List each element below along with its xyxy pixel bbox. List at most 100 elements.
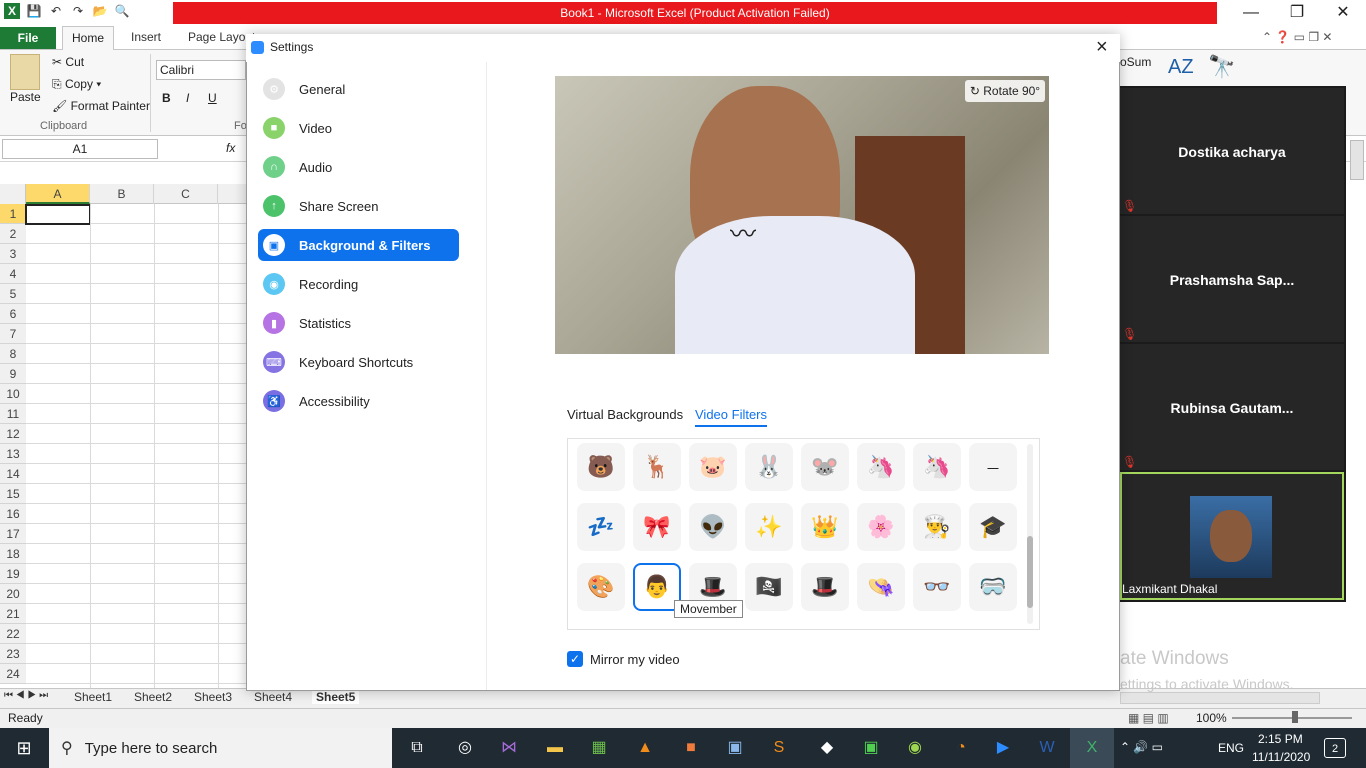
unity-icon[interactable]: ◆ [814,736,840,760]
filter-option[interactable]: 👽 [689,503,737,551]
file-explorer-icon[interactable]: ▬ [542,736,568,760]
word-icon[interactable]: W [1034,736,1060,760]
sidebar-item-general[interactable]: ⚙ General [258,73,459,105]
paste-icon[interactable] [10,54,40,90]
zoom-slider-thumb[interactable] [1292,711,1298,723]
sheet-tab-3[interactable]: Sheet3 [194,690,232,704]
row-header[interactable]: 5 [0,284,26,304]
row-header[interactable]: 9 [0,364,26,384]
row-header[interactable]: 16 [0,504,26,524]
sidebar-item-background-filters[interactable]: ▣ Background & Filters [258,229,459,261]
row-header[interactable]: 21 [0,604,26,624]
ribbon-help-icons[interactable]: ⌃ ❓ ▭ ❐ ✕ [1262,30,1332,44]
zoom-app-icon[interactable]: ▶ [990,736,1016,760]
filter-option[interactable]: 🎩 [801,563,849,611]
row-header[interactable]: 14 [0,464,26,484]
tab-home[interactable]: Home [62,26,114,50]
task-view-icon[interactable]: ⧉ [404,736,430,760]
active-cell-a1[interactable] [25,204,91,225]
participant-tile[interactable]: Rubinsa Gautam... 🎙 [1120,344,1344,470]
row-header[interactable]: 19 [0,564,26,584]
sort-filter-icon[interactable]: AZ [1168,56,1194,79]
restore-button[interactable]: ❐ [1274,0,1320,26]
sheet-tab-2[interactable]: Sheet2 [134,690,172,704]
rotate-button[interactable]: ↻ Rotate 90° [965,80,1045,102]
close-icon[interactable]: × [1096,36,1108,59]
row-header[interactable]: 20 [0,584,26,604]
blender-icon[interactable]: ◔ [948,736,974,760]
mirror-checkbox[interactable]: ✓ [567,651,583,667]
row-header[interactable]: 7 [0,324,26,344]
close-window-button[interactable]: ✕ [1320,0,1366,26]
filter-scrollbar-thumb[interactable] [1027,536,1033,608]
sidebar-item-keyboard-shortcuts[interactable]: ⌨ Keyboard Shortcuts [258,346,459,378]
tab-insert[interactable]: Insert [131,30,161,44]
sidebar-item-video[interactable]: ■ Video [258,112,459,144]
active-speaker-tile[interactable]: Laxmikant Dhakal [1120,472,1344,600]
clock-date[interactable]: 11/11/2020 [1252,750,1310,764]
sidebar-item-audio[interactable]: ∩ Audio [258,151,459,183]
filter-option[interactable]: 🐷 [689,443,737,491]
pycharm-icon[interactable]: ▣ [858,736,884,760]
start-windows-icon[interactable]: ⊞ [11,736,37,760]
row-header[interactable]: 24 [0,664,26,684]
open-icon[interactable]: 📂 [92,3,108,19]
participant-tile[interactable]: Prashamsha Sap... 🎙 [1120,216,1344,342]
filter-option[interactable]: 👓 [913,563,961,611]
zoom-level[interactable]: 100% [1196,711,1227,725]
language-indicator[interactable]: ENG [1218,741,1244,755]
tab-video-filters[interactable]: Video Filters [695,407,768,427]
filter-option[interactable]: ✨ [745,503,793,551]
sheet-tab-4[interactable]: Sheet4 [254,690,292,704]
filter-option[interactable]: 🎀 [633,503,681,551]
filter-option[interactable]: 🐻 [577,443,625,491]
column-header-a[interactable]: A [26,184,90,204]
row-header[interactable]: 4 [0,264,26,284]
participant-tile[interactable]: Dostika acharya 🎙 [1120,88,1344,214]
row-header[interactable]: 18 [0,544,26,564]
filter-option[interactable]: 🥽 [969,563,1017,611]
sheet-tab-1[interactable]: Sheet1 [74,690,112,704]
minimize-button[interactable]: — [1228,0,1274,26]
android-icon[interactable]: ◉ [902,736,928,760]
notifications-icon[interactable]: 2 [1324,738,1346,758]
filter-scrollbar[interactable] [1027,444,1033,624]
row-header[interactable]: 6 [0,304,26,324]
name-box[interactable]: A1 [2,139,158,159]
row-header[interactable]: 22 [0,624,26,644]
bold-button[interactable]: B [162,91,171,105]
row-header[interactable]: 1 [0,204,26,224]
column-header-b[interactable]: B [90,184,154,204]
filter-option[interactable]: 💤 [577,503,625,551]
app-icon[interactable]: ▣ [722,736,748,760]
autosum-button[interactable]: oSum [1120,55,1151,69]
sidebar-item-statistics[interactable]: ▮ Statistics [258,307,459,339]
sidebar-item-recording[interactable]: ◉ Recording [258,268,459,300]
row-header[interactable]: 3 [0,244,26,264]
undo-icon[interactable]: ↶ [48,3,64,19]
filter-option[interactable]: 👑 [801,503,849,551]
filter-option[interactable]: 🌸 [857,503,905,551]
filter-option[interactable]: 🦌 [633,443,681,491]
copy-button[interactable]: ⎘ Copy ▾ [52,77,101,92]
row-header[interactable]: 2 [0,224,26,244]
horizontal-scrollbar[interactable] [1120,692,1320,704]
scroll-arrows[interactable] [1350,140,1364,180]
filter-option[interactable]: 🎨 [577,563,625,611]
row-header[interactable]: 8 [0,344,26,364]
row-header[interactable]: 15 [0,484,26,504]
chrome-icon[interactable]: ◎ [452,736,478,760]
select-all-corner[interactable] [0,184,26,204]
tab-file[interactable]: File [0,27,56,49]
cut-button[interactable]: ✂ Cut [52,55,84,69]
sublime-icon[interactable]: S [766,736,792,760]
visual-studio-icon[interactable]: ⋈ [496,736,522,760]
filter-option[interactable]: 🐰 [745,443,793,491]
paste-button[interactable]: Paste [10,90,41,104]
italic-button[interactable]: I [186,91,189,105]
print-preview-icon[interactable]: 🔍 [114,3,130,19]
save-icon[interactable]: 💾 [26,3,42,19]
sidebar-item-accessibility[interactable]: ♿ Accessibility [258,385,459,417]
system-tray-icons[interactable]: ⌃ 🔊 ▭ [1120,740,1163,754]
row-header[interactable]: 11 [0,404,26,424]
